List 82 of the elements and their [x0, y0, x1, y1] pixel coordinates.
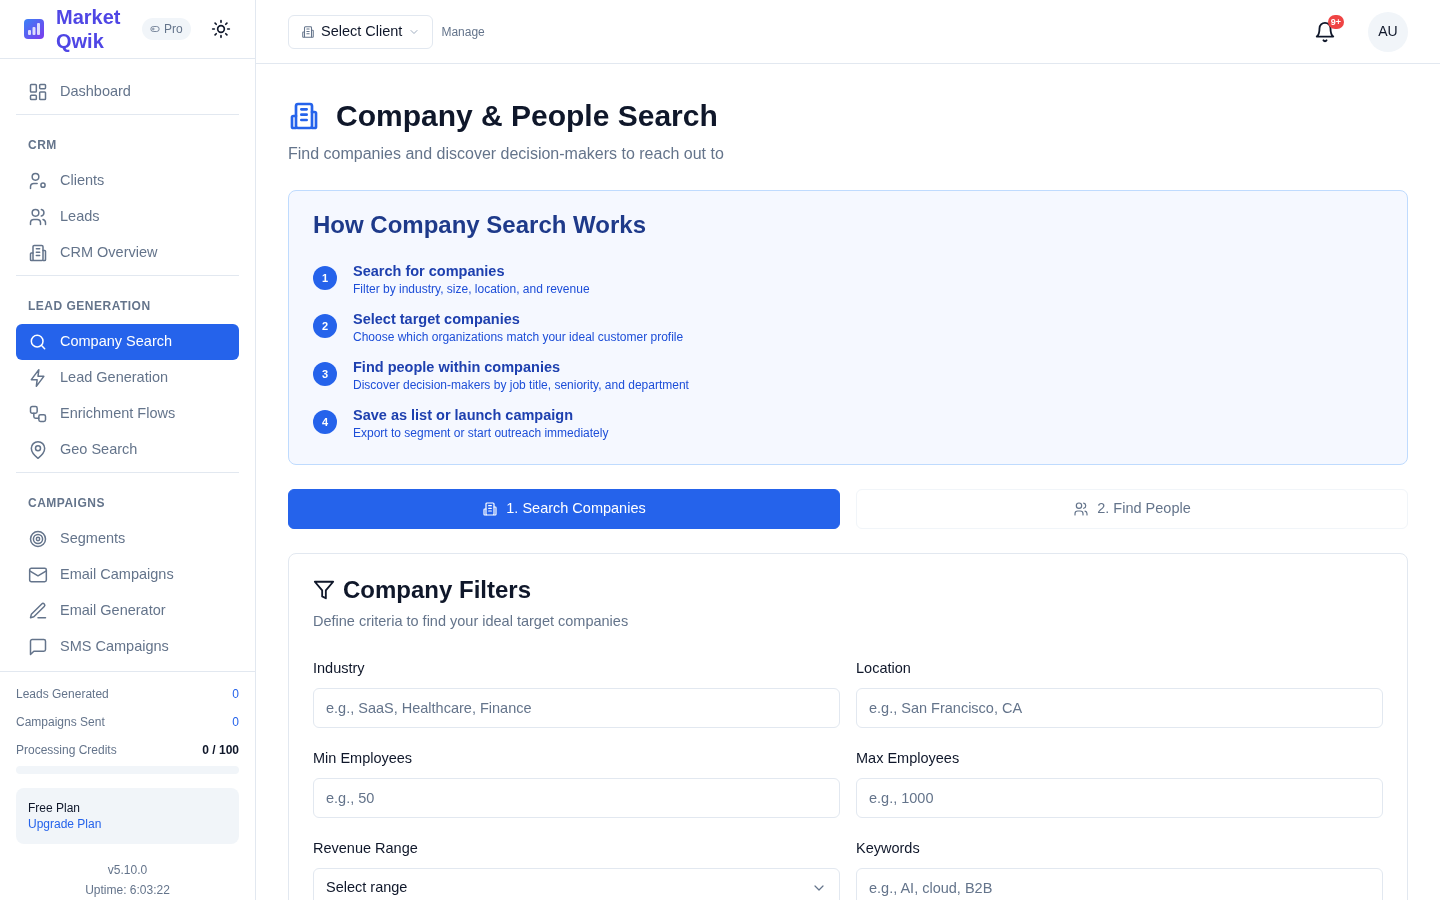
- section-heading: CAMPAIGNS: [27, 495, 106, 512]
- theme-toggle-button[interactable]: [211, 19, 231, 39]
- sidebar-item[interactable]: Leads: [16, 199, 239, 235]
- dashboard-icon: [28, 82, 48, 102]
- panel-title: How Company Search Works: [313, 211, 647, 240]
- notification-count: 9+: [1327, 14, 1344, 29]
- people-icon: [28, 207, 48, 227]
- stat-value: 0: [232, 686, 239, 703]
- step-number: 2: [313, 313, 337, 338]
- step-title: Select target companies: [353, 309, 521, 328]
- step-description: Export to segment or start outreach immediately: [353, 424, 609, 442]
- sidebar-item[interactable]: CRM Overview: [16, 235, 239, 271]
- page-subtitle: Find companies and discover decision-makers to reach out to: [288, 144, 725, 164]
- mail-icon: [28, 565, 48, 585]
- building-icon: [28, 243, 48, 263]
- field-label: Location: [856, 659, 912, 679]
- sidebar-item[interactable]: Company Search: [16, 324, 239, 360]
- field-label: Max Employees: [856, 749, 961, 769]
- map-pin-icon: [28, 440, 48, 460]
- sun-icon: [211, 19, 231, 39]
- stat-value: 0 / 100: [202, 742, 239, 759]
- field-label: Min Employees: [313, 749, 414, 769]
- step-number: 4: [313, 409, 337, 434]
- filter-icon: [313, 579, 335, 602]
- stat-label: Campaigns Sent: [16, 714, 105, 731]
- step-number: 1: [313, 265, 337, 290]
- building-icon: [482, 500, 499, 517]
- field-label: Revenue Range: [313, 838, 419, 858]
- sidebar-item[interactable]: Email Generator: [16, 593, 239, 629]
- brand-name: Market Qwik: [56, 5, 122, 53]
- step-title: Find people within companies: [353, 357, 562, 376]
- page-title: Company & People Search: [336, 98, 718, 134]
- lightning-icon: [28, 368, 48, 388]
- step-description: Choose which organizations match your ideal customer profile: [353, 328, 684, 346]
- input-field[interactable]: e.g., 50: [313, 777, 840, 818]
- input-field[interactable]: e.g., San Francisco, CA: [856, 688, 1383, 729]
- upgrade-plan-link[interactable]: Upgrade Plan: [28, 817, 102, 831]
- revenue-select[interactable]: Select range: [313, 867, 840, 900]
- card-subtitle: Define criteria to find your ideal target companies: [313, 611, 630, 631]
- stat-label: Processing Credits: [16, 742, 117, 759]
- building-icon: [301, 24, 315, 39]
- field-label: Industry: [313, 659, 366, 679]
- pencil-icon: [28, 601, 48, 621]
- target-icon: [28, 529, 48, 549]
- input-field[interactable]: e.g., SaaS, Healthcare, Finance: [313, 688, 840, 729]
- user-avatar[interactable]: AU: [1368, 11, 1408, 52]
- sidebar-item[interactable]: Dashboard: [16, 74, 239, 110]
- plan-name: Free Plan: [28, 800, 82, 816]
- sidebar-item[interactable]: Geo Search: [16, 432, 239, 468]
- client-select[interactable]: Select Client: [288, 14, 434, 49]
- version-text: v5.10.0: [106, 862, 149, 879]
- sidebar-item[interactable]: Lead Generation: [16, 360, 239, 396]
- section-heading: CRM: [27, 137, 58, 154]
- step-number: 3: [313, 361, 337, 386]
- step-title: Search for companies: [353, 261, 506, 280]
- input-field[interactable]: e.g., 1000: [856, 777, 1383, 818]
- user-gear-icon: [28, 171, 48, 191]
- search-icon: [28, 332, 48, 352]
- chat-icon: [28, 637, 48, 657]
- uptime-text: Uptime: 6:03:22: [84, 882, 171, 899]
- plan-badge: Pro: [142, 18, 191, 40]
- card-title: Company Filters: [343, 575, 532, 605]
- tab[interactable]: 2. Find People: [856, 488, 1408, 529]
- workflow-icon: [28, 404, 48, 424]
- step-description: Filter by industry, size, location, and revenue: [353, 280, 590, 298]
- sidebar-item[interactable]: Email Campaigns: [16, 557, 239, 593]
- step-description: Discover decision-makers by job title, seniority, and department: [353, 376, 689, 394]
- manage-link[interactable]: Manage: [441, 22, 485, 41]
- building-icon: [288, 100, 320, 132]
- sidebar-item[interactable]: Segments: [16, 521, 239, 557]
- stat-value: 0: [232, 714, 239, 731]
- sidebar-item[interactable]: Clients: [16, 163, 239, 199]
- tab[interactable]: 1. Search Companies: [288, 488, 840, 529]
- sidebar-item[interactable]: SMS Campaigns: [16, 629, 239, 665]
- sidebar-item[interactable]: Enrichment Flows: [16, 396, 239, 432]
- field-label: Keywords: [856, 838, 921, 858]
- logo-icon: [24, 19, 44, 39]
- section-heading: LEAD GENERATION: [27, 298, 152, 315]
- step-title: Save as list or launch campaign: [353, 405, 574, 424]
- input-field[interactable]: e.g., AI, cloud, B2B: [856, 867, 1383, 900]
- people-icon: [1073, 500, 1090, 517]
- stat-label: Leads Generated: [16, 686, 109, 703]
